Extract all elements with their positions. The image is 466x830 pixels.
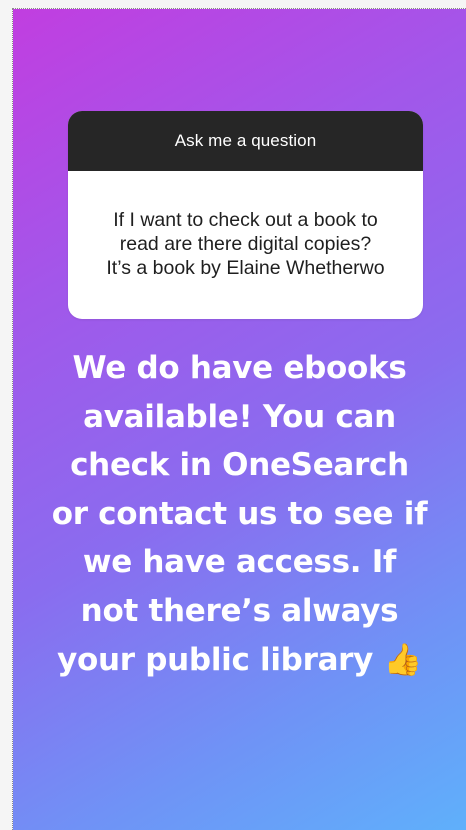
question-sticker: Ask me a question If I want to check out…: [68, 111, 423, 319]
question-sticker-body: If I want to check out a book to read ar…: [68, 171, 423, 319]
answer-text: We do have ebooks available! You can che…: [23, 344, 456, 684]
thumbs-up-icon: 👍: [383, 641, 423, 678]
story-canvas: Ask me a question If I want to check out…: [13, 9, 466, 830]
question-sticker-header: Ask me a question: [68, 111, 423, 171]
answer-text-content: We do have ebooks available! You can che…: [51, 350, 428, 678]
page: Ask me a question If I want to check out…: [0, 0, 466, 830]
question-text: If I want to check out a book to read ar…: [106, 209, 385, 279]
